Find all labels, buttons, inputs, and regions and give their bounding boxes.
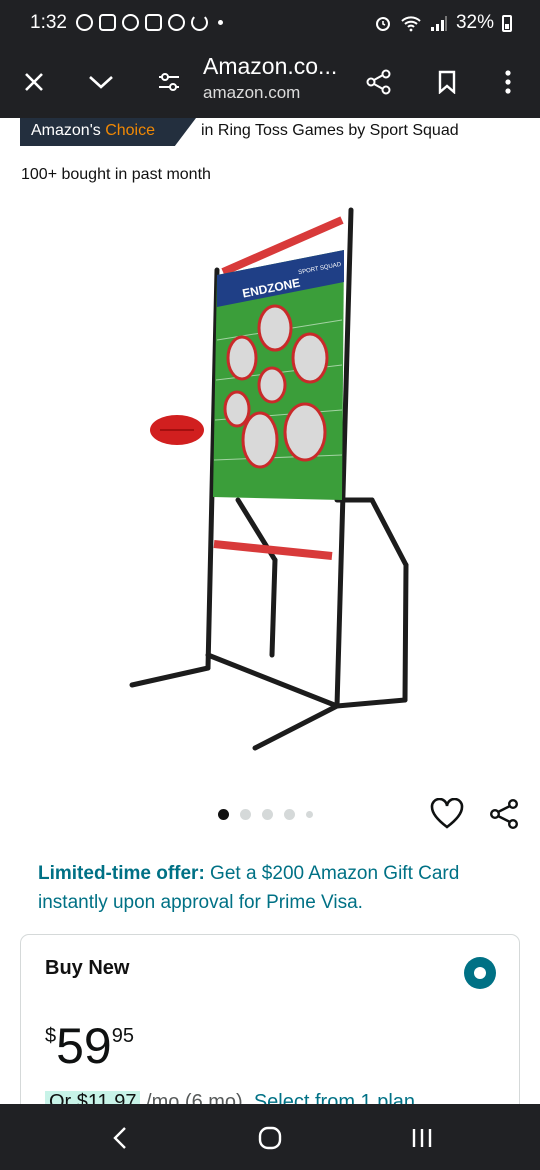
price-currency: $ xyxy=(45,1025,57,1047)
amazons-choice-badge[interactable]: Amazon's Choice xyxy=(20,118,196,146)
carousel-dot[interactable] xyxy=(218,809,229,820)
share-product-button[interactable] xyxy=(488,798,520,830)
browser-toolbar: Amazon.co... amazon.com xyxy=(0,46,540,118)
choice-category[interactable]: in Ring Toss Games by Sport Squad xyxy=(201,122,459,140)
share-page-button[interactable] xyxy=(357,60,401,104)
carousel-dot[interactable] xyxy=(306,811,313,818)
more-notifications-dot xyxy=(218,20,223,25)
price-whole: 59 xyxy=(56,1018,112,1074)
signal-icon xyxy=(430,16,447,31)
status-right: 32% xyxy=(374,12,512,34)
carousel-dot[interactable] xyxy=(284,809,295,820)
product-photo: ENDZONE SPORT SQUAD xyxy=(129,207,409,751)
page-domain[interactable]: amazon.com xyxy=(203,83,300,103)
nav-recents-button[interactable] xyxy=(402,1118,442,1158)
bookmark-icon xyxy=(438,70,456,94)
app-icon xyxy=(122,14,139,31)
recents-icon xyxy=(412,1129,432,1147)
buy-new-radio[interactable] xyxy=(464,957,496,989)
more-vert-icon xyxy=(505,70,511,94)
close-button[interactable] xyxy=(12,60,56,104)
wishlist-button[interactable] xyxy=(430,797,464,830)
mlb-icon xyxy=(145,14,162,31)
close-icon xyxy=(25,73,43,91)
notification-icons xyxy=(76,14,223,31)
amazons-choice-row: Amazon's Choice in Ring Toss Games by Sp… xyxy=(0,118,540,148)
share-icon xyxy=(490,799,519,830)
bought-count: 100+ bought in past month xyxy=(21,166,211,183)
battery-icon xyxy=(502,14,512,32)
image-carousel-dots[interactable] xyxy=(218,809,313,820)
carousel-dot[interactable] xyxy=(262,809,273,820)
buy-new-title[interactable]: Buy New xyxy=(45,957,129,980)
offer-lead: Limited-time offer: xyxy=(38,863,205,884)
price-fraction: 95 xyxy=(111,1025,134,1047)
battery-percent: 32% xyxy=(455,12,494,33)
nav-back-button[interactable] xyxy=(100,1118,140,1158)
choice-badge-prefix: Amazon's xyxy=(31,122,101,139)
page-title[interactable]: Amazon.co... xyxy=(203,53,337,80)
choice-badge-accent: Choice xyxy=(105,122,156,139)
nav-home-button[interactable] xyxy=(250,1118,290,1158)
alarm-icon xyxy=(375,17,390,31)
sync-icon xyxy=(168,14,185,31)
price: $5995 xyxy=(45,1021,134,1071)
minimize-button[interactable] xyxy=(79,60,123,104)
youtube-icon xyxy=(99,14,116,31)
more-options-button[interactable] xyxy=(486,60,530,104)
back-chevron-icon xyxy=(113,1127,126,1149)
product-image[interactable]: ENDZONE SPORT SQUAD xyxy=(120,200,420,770)
voicemail-icon xyxy=(191,14,208,31)
prime-visa-offer[interactable]: Limited-time offer: Get a $200 Amazon Gi… xyxy=(38,859,508,917)
status-time: 1:32 xyxy=(30,12,67,33)
instagram-icon xyxy=(76,14,93,31)
tune-icon xyxy=(159,73,179,91)
share-icon xyxy=(366,69,391,95)
status-bar: 1:32 32% xyxy=(0,0,540,46)
wifi-icon xyxy=(401,16,421,32)
chevron-down-icon xyxy=(89,76,113,89)
bookmark-button[interactable] xyxy=(425,60,469,104)
home-icon xyxy=(258,1126,282,1150)
system-nav-bar xyxy=(0,1104,540,1170)
page-settings-button[interactable] xyxy=(147,60,191,104)
heart-icon xyxy=(430,797,464,829)
carousel-dot[interactable] xyxy=(240,809,251,820)
